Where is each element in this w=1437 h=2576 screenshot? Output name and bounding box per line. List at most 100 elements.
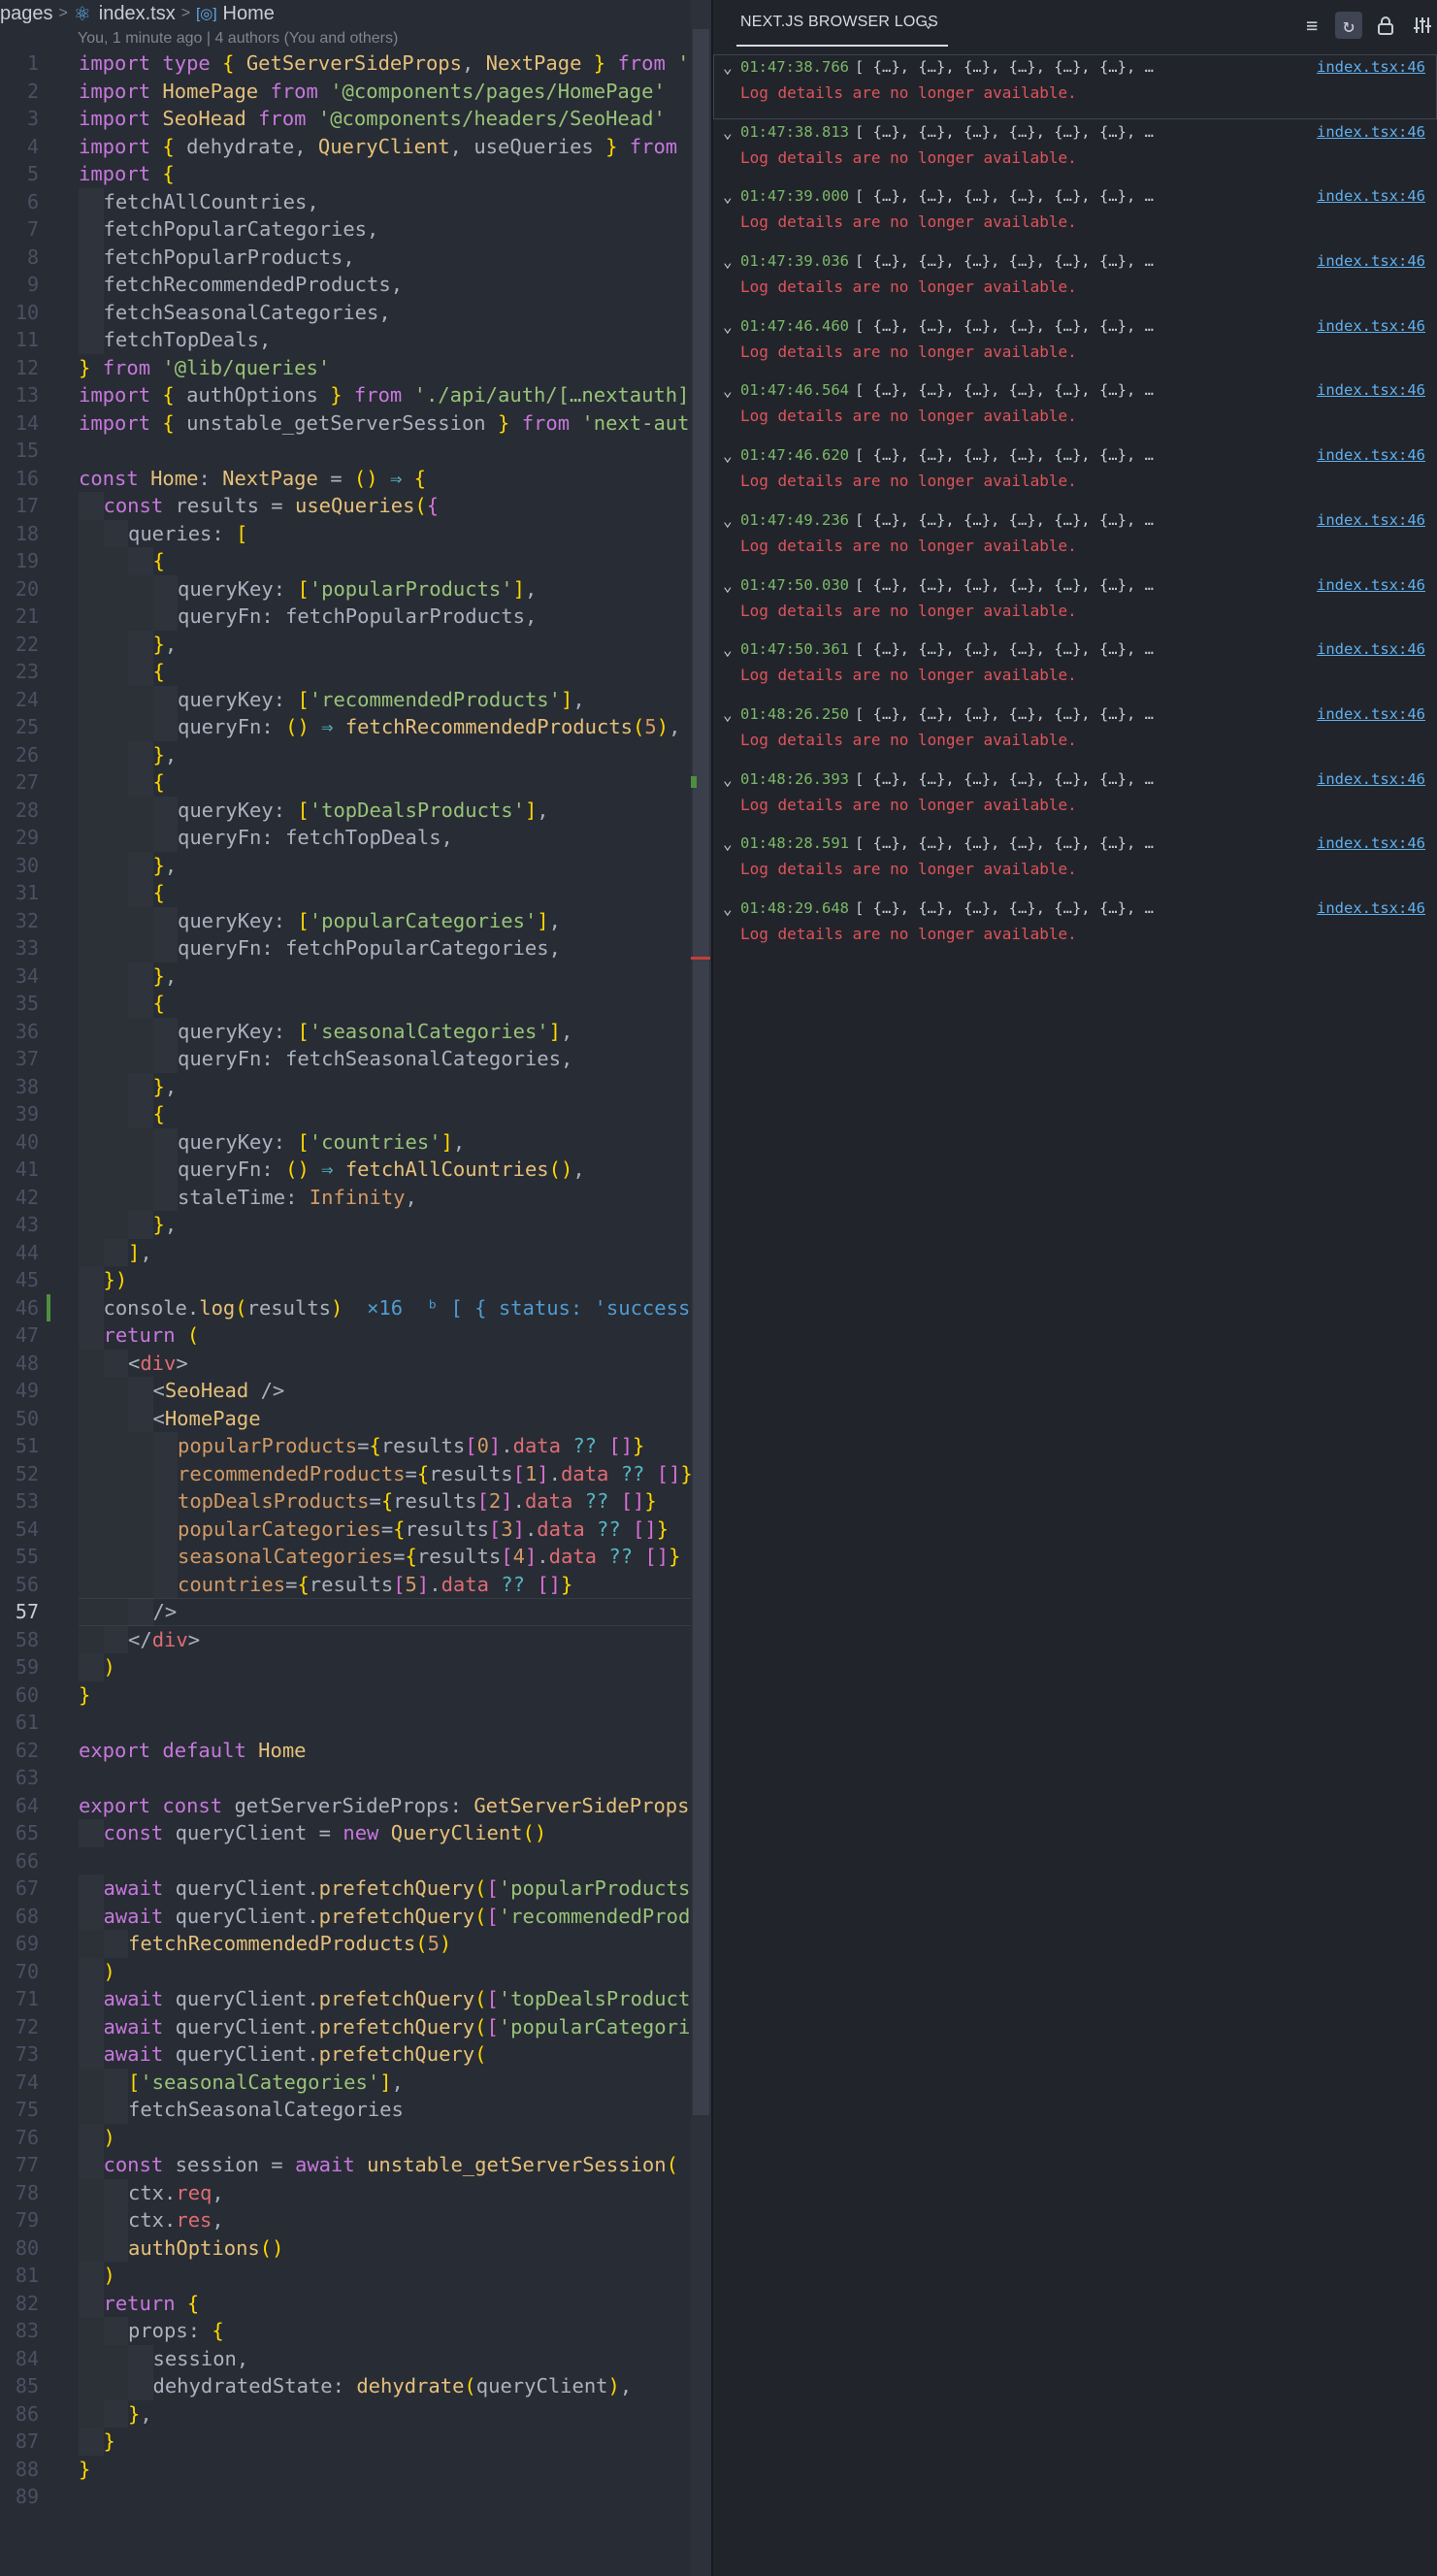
code-line[interactable]: queryKey: ['countries'], xyxy=(79,1128,711,1157)
line-number[interactable]: 56 xyxy=(0,1571,47,1599)
code-line[interactable]: await queryClient.prefetchQuery(['recomm… xyxy=(79,1903,712,1931)
code-line[interactable]: queryFn: fetchTopDeals, xyxy=(79,824,711,852)
line-number[interactable]: 63 xyxy=(0,1764,47,1792)
line-number[interactable]: 37 xyxy=(0,1045,47,1073)
code-line[interactable]: }, xyxy=(79,852,711,880)
log-object-summary[interactable]: [ {…}, {…}, {…}, {…}, {…}, {…}, … xyxy=(855,576,1154,594)
code-line[interactable]: fetchTopDeals, xyxy=(79,326,711,354)
code-line[interactable]: popularCategories={results[3].data ?? []… xyxy=(79,1516,711,1544)
code-line[interactable]: dehydratedState: dehydrate(queryClient), xyxy=(79,2372,711,2400)
line-number[interactable]: 4 xyxy=(0,133,47,161)
code-line[interactable]: } xyxy=(79,2428,711,2456)
code-line[interactable]: ctx.res, xyxy=(79,2206,711,2234)
log-entry[interactable]: ⌄ 01:47:39.000 [ {…}, {…}, {…}, {…}, {…}, … xyxy=(713,183,1437,248)
log-entry[interactable]: ⌄ 01:47:46.620 [ {…}, {…}, {…}, {…}, {…}, … xyxy=(713,442,1437,507)
code-line[interactable]: }, xyxy=(79,631,711,659)
code-line[interactable]: } from '@lib/queries' xyxy=(79,354,711,382)
log-entry[interactable]: ⌄ 01:47:39.036 [ {…}, {…}, {…}, {…}, {…}, … xyxy=(713,248,1437,313)
code-line[interactable]: fetchPopularProducts, xyxy=(79,244,711,272)
code-line[interactable]: seasonalCategories={results[4].data ?? [… xyxy=(79,1543,711,1571)
line-number[interactable]: 14 xyxy=(0,409,47,438)
log-source-link[interactable]: index.tsx:46 xyxy=(1317,58,1425,76)
line-number[interactable]: 18 xyxy=(0,520,47,548)
log-object-summary[interactable]: [ {…}, {…}, {…}, {…}, {…}, {…}, … xyxy=(855,187,1154,205)
log-object-summary[interactable]: [ {…}, {…}, {…}, {…}, {…}, {…}, … xyxy=(855,252,1154,270)
line-number[interactable]: 60 xyxy=(0,1681,47,1710)
code-line[interactable]: queryKey: ['seasonalCategories'], xyxy=(79,1018,711,1046)
line-number[interactable]: 52 xyxy=(0,1460,47,1488)
code-line[interactable]: }, xyxy=(79,2400,711,2429)
code-line[interactable]: return ( xyxy=(79,1321,711,1350)
line-number[interactable]: 36 xyxy=(0,1018,47,1046)
line-number[interactable]: 1 xyxy=(0,49,47,78)
code-line[interactable]: queryFn: fetchPopularProducts, xyxy=(79,603,711,631)
code-line[interactable]: import SeoHead from '@components/headers… xyxy=(79,105,711,133)
code-line[interactable]: topDealsProducts={results[2].data ?? []} xyxy=(79,1487,711,1516)
code-line[interactable]: authOptions() xyxy=(79,2234,711,2263)
clear-logs-icon[interactable]: ≡ xyxy=(1298,12,1325,39)
log-object-summary[interactable]: [ {…}, {…}, {…}, {…}, {…}, {…}, … xyxy=(855,446,1154,464)
code-line[interactable]: fetchSeasonalCategories, xyxy=(79,299,711,327)
line-number[interactable]: 78 xyxy=(0,2179,47,2207)
line-number[interactable]: 64 xyxy=(0,1792,47,1820)
line-number[interactable]: 20 xyxy=(0,575,47,603)
line-number-gutter[interactable]: 1 2 3 4 5 6 7 8 9 10 11 12 13 14 15 16 17 18 19 20 21 22 23 24 2… xyxy=(0,49,47,2511)
log-source-link[interactable]: index.tsx:46 xyxy=(1317,123,1425,141)
log-object-summary[interactable]: [ {…}, {…}, {…}, {…}, {…}, {…}, … xyxy=(855,123,1154,141)
code-line[interactable]: { xyxy=(79,658,711,686)
line-number[interactable]: 43 xyxy=(0,1211,47,1239)
breadcrumb-folder[interactable]: pages xyxy=(0,3,53,25)
log-source-link[interactable]: index.tsx:46 xyxy=(1317,381,1425,399)
line-number[interactable]: 16 xyxy=(0,465,47,493)
code-line[interactable] xyxy=(79,1709,711,1737)
code-line[interactable]: await queryClient.prefetchQuery(['popula… xyxy=(79,2013,712,2041)
line-number[interactable]: 19 xyxy=(0,547,47,575)
line-number[interactable]: 17 xyxy=(0,492,47,520)
line-number[interactable]: 23 xyxy=(0,658,47,686)
code-line[interactable]: queryFn: () ⇒ fetchAllCountries(), xyxy=(79,1156,711,1184)
chevron-down-icon[interactable]: ⌄ xyxy=(723,123,733,142)
line-number[interactable]: 61 xyxy=(0,1709,47,1737)
code-line[interactable]: ) xyxy=(79,1958,711,1986)
line-number[interactable]: 80 xyxy=(0,2234,47,2263)
line-number[interactable]: 49 xyxy=(0,1377,47,1405)
log-entry[interactable]: ⌄ 01:48:28.591 [ {…}, {…}, {…}, {…}, {…}, … xyxy=(713,831,1437,896)
code-line[interactable]: queryKey: ['topDealsProducts'], xyxy=(79,797,711,825)
line-number[interactable]: 34 xyxy=(0,962,47,991)
line-number[interactable]: 8 xyxy=(0,244,47,272)
line-number[interactable]: 21 xyxy=(0,603,47,631)
code-line[interactable]: }, xyxy=(79,962,711,991)
log-entry[interactable]: ⌄ 01:48:29.648 [ {…}, {…}, {…}, {…}, {…}, … xyxy=(713,896,1437,961)
log-source-link[interactable]: index.tsx:46 xyxy=(1317,511,1425,529)
code-line[interactable]: queryFn: fetchSeasonalCategories, xyxy=(79,1045,711,1073)
code-line[interactable]: console.log(results) ×16 ᵇ [ { status: '… xyxy=(79,1294,711,1322)
chevron-down-icon[interactable]: ⌄ xyxy=(723,640,733,659)
panel-title[interactable]: NEXT.JS BROWSER LOGS xyxy=(740,14,938,31)
chevron-down-icon[interactable]: ⌄ xyxy=(723,381,733,400)
chevron-down-icon[interactable]: ⌄ xyxy=(723,252,733,271)
line-number[interactable]: 32 xyxy=(0,907,47,935)
chevron-down-icon[interactable]: ⌄ xyxy=(723,705,733,724)
line-number[interactable]: 29 xyxy=(0,824,47,852)
log-object-summary[interactable]: [ {…}, {…}, {…}, {…}, {…}, {…}, … xyxy=(855,511,1154,529)
log-source-link[interactable]: index.tsx:46 xyxy=(1317,899,1425,917)
line-number[interactable]: 47 xyxy=(0,1321,47,1350)
code-line[interactable]: { xyxy=(79,879,711,907)
log-object-summary[interactable]: [ {…}, {…}, {…}, {…}, {…}, {…}, … xyxy=(855,705,1154,723)
line-number[interactable]: 75 xyxy=(0,2096,47,2124)
line-number[interactable]: 6 xyxy=(0,188,47,216)
code-line[interactable]: fetchPopularCategories, xyxy=(79,215,711,244)
code-line[interactable]: { xyxy=(79,547,711,575)
code-line[interactable]: <SeoHead /> xyxy=(79,1377,711,1405)
line-number[interactable]: 59 xyxy=(0,1653,47,1681)
line-number[interactable]: 83 xyxy=(0,2317,47,2345)
code-line[interactable]: queryKey: ['popularProducts'], xyxy=(79,575,711,603)
code-line[interactable]: await queryClient.prefetchQuery(['topDea… xyxy=(79,1985,712,2013)
log-object-summary[interactable]: [ {…}, {…}, {…}, {…}, {…}, {…}, … xyxy=(855,58,1154,76)
code-line[interactable]: }, xyxy=(79,1073,711,1101)
code-line[interactable]: const results = useQueries({ xyxy=(79,492,711,520)
line-number[interactable]: 25 xyxy=(0,713,47,741)
code-line[interactable]: queryKey: ['popularCategories'], xyxy=(79,907,711,935)
code-line[interactable]: await queryClient.prefetchQuery(['popula… xyxy=(79,1875,712,1903)
code-line[interactable]: export default Home xyxy=(79,1737,711,1765)
